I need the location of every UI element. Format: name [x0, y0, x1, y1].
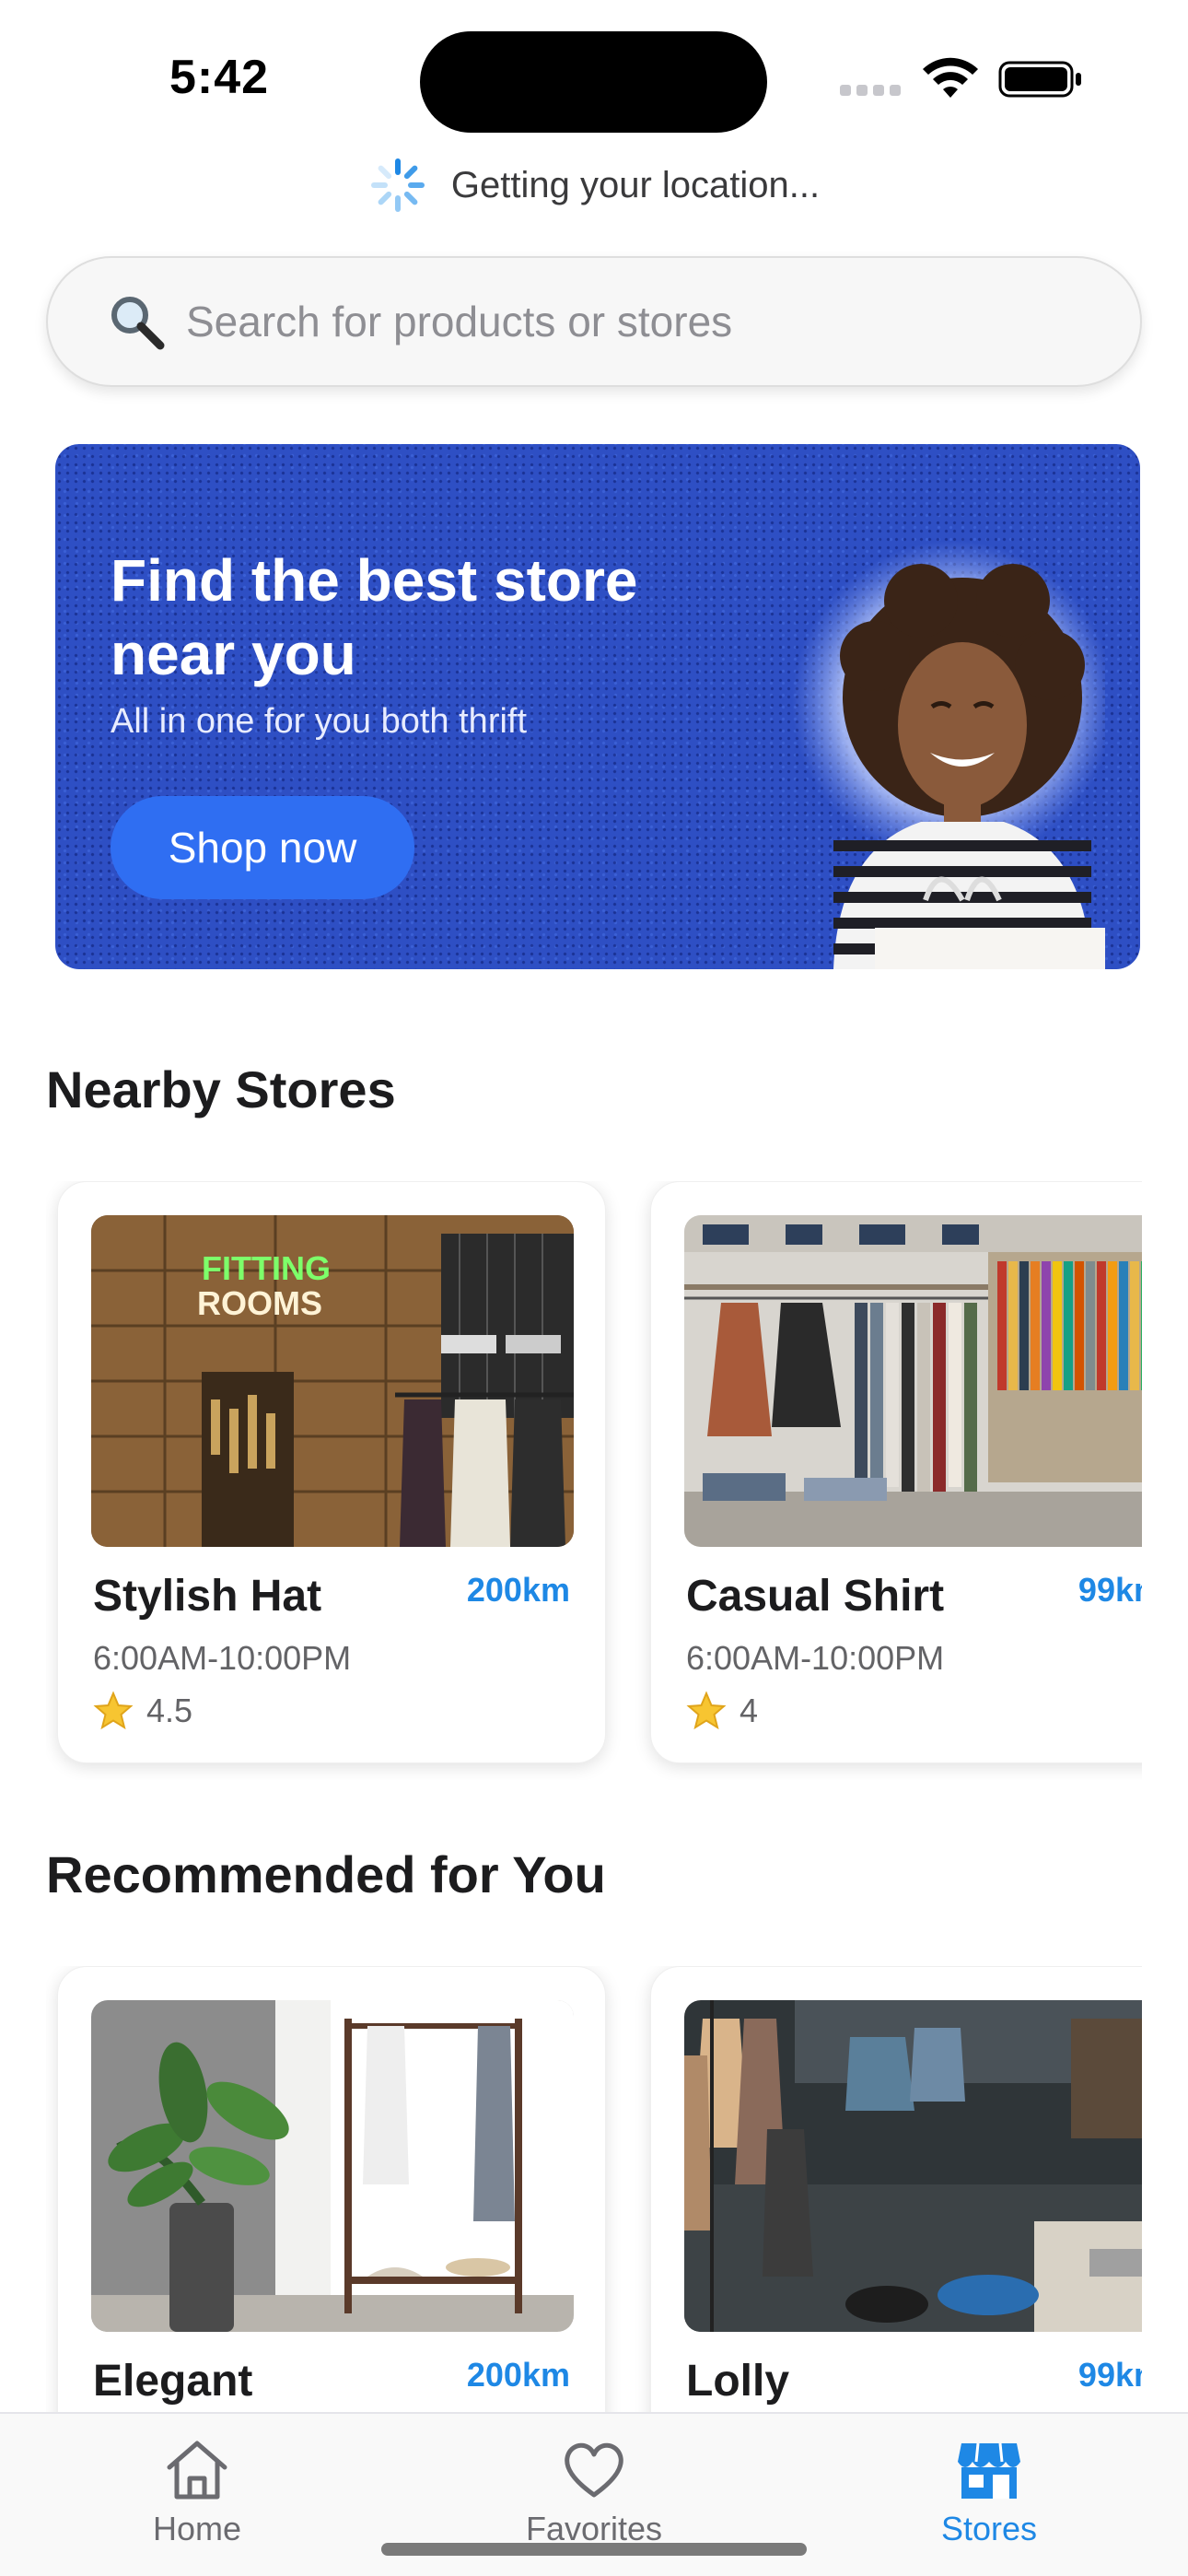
promo-banner: Find the best store near you All in one …	[55, 444, 1140, 969]
tab-favorites[interactable]: Favorites	[474, 2436, 714, 2556]
star-icon	[93, 1691, 134, 1730]
store-distance: 99km	[1077, 2356, 1142, 2394]
tab-home[interactable]: Home	[77, 2436, 317, 2556]
shop-now-button[interactable]: Shop now	[111, 796, 414, 899]
status-bar: 5:42	[0, 0, 1188, 147]
nearby-stores-title: Nearby Stores	[46, 1060, 396, 1118]
store-card-lolly[interactable]: Lolly 99km	[650, 1966, 1142, 2412]
banner-title: Find the best store near you	[111, 547, 638, 687]
store-image	[684, 1215, 1142, 1547]
store-name: Stylish Hat	[93, 1572, 322, 1621]
svg-text:ROOMS: ROOMS	[197, 1284, 322, 1322]
search-bar[interactable]	[46, 256, 1142, 387]
rating-value: 4	[740, 1692, 759, 1729]
store-name: Casual Shirt	[686, 1572, 945, 1621]
heart-icon	[565, 2442, 623, 2498]
store-name: Lolly	[686, 2357, 790, 2406]
svg-text:FITTING: FITTING	[202, 1249, 331, 1287]
store-image	[684, 2000, 1142, 2332]
store-card-stylish-hat[interactable]: FITTING ROOMS Stylish Hat 200km 6:00AM-1…	[57, 1181, 606, 1763]
location-text: Getting your location...	[450, 164, 821, 205]
store-distance: 200km	[466, 2356, 570, 2394]
star-icon	[686, 1691, 727, 1730]
nearby-stores-list[interactable]: FITTING ROOMS Stylish Hat 200km 6:00AM-1…	[46, 1181, 1142, 1780]
rating-value: 4.5	[146, 1692, 193, 1729]
tab-stores[interactable]: Stores	[869, 2436, 1109, 2556]
store-icon	[958, 2442, 1020, 2499]
store-distance: 99km	[1077, 1571, 1142, 1609]
dynamic-island	[420, 31, 767, 133]
loading-spinner-icon	[370, 158, 425, 212]
store-name: Elegant	[93, 2357, 253, 2406]
store-card-elegant[interactable]: Elegant 200km	[57, 1966, 606, 2412]
status-time: 5:42	[169, 51, 270, 104]
search-input[interactable]	[186, 297, 1015, 346]
store-image: FITTING ROOMS	[91, 1215, 574, 1547]
store-rating: 4	[686, 1691, 758, 1731]
store-image	[91, 2000, 574, 2332]
location-status: Getting your location...	[0, 153, 1188, 217]
store-rating: 4.5	[93, 1691, 192, 1731]
store-distance: 200km	[466, 1571, 570, 1609]
store-hours: 6:00AM-10:00PM	[686, 1639, 945, 1677]
tab-label: Home	[152, 2510, 242, 2547]
store-hours: 6:00AM-10:00PM	[93, 1639, 352, 1677]
banner-woman-image	[792, 541, 1105, 969]
cellular-signal-icon	[840, 85, 904, 98]
search-icon	[111, 297, 165, 350]
home-icon	[167, 2441, 227, 2500]
home-indicator[interactable]	[381, 2543, 807, 2556]
battery-icon	[998, 61, 1081, 98]
recommended-stores-list[interactable]: Elegant 200km Lolly 99k	[46, 1966, 1142, 2412]
tab-label: Stores	[940, 2510, 1038, 2547]
recommended-title: Recommended for You	[46, 1845, 606, 1903]
banner-subtitle: All in one for you both thrift	[111, 702, 528, 741]
store-card-casual-shirt[interactable]: Casual Shirt 99km 6:00AM-10:00PM 4	[650, 1181, 1142, 1763]
wifi-icon	[923, 57, 978, 98]
